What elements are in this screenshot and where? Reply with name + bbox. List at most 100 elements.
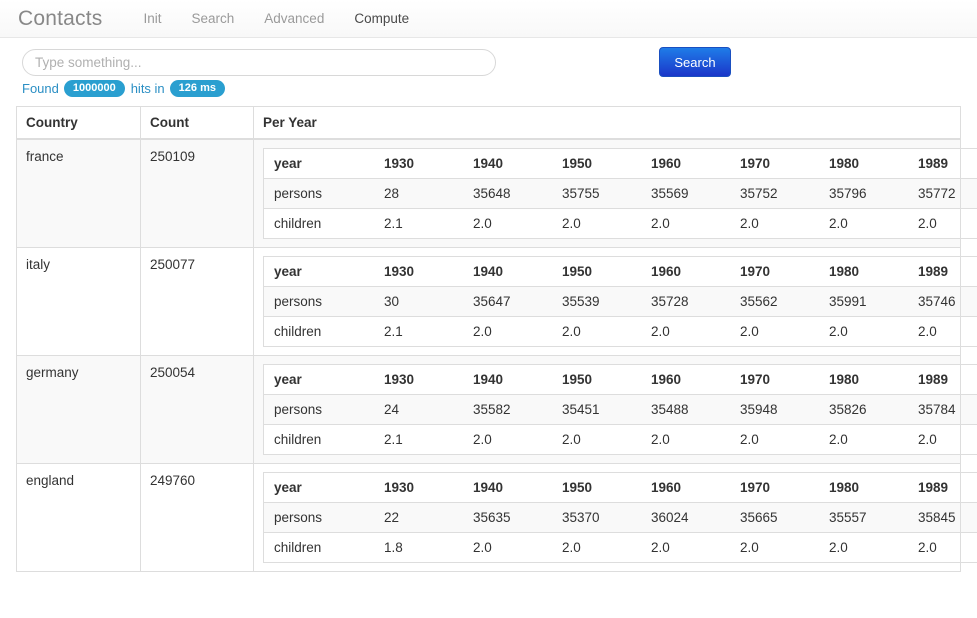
- nav-item-compute[interactable]: Compute: [339, 11, 424, 26]
- per-year-cell: 2.1: [374, 316, 463, 347]
- cell-per-year: year19301940195019601970198019891999pers…: [253, 247, 977, 356]
- per-year-cell: 2.0: [641, 208, 730, 239]
- per-year-row-label: persons: [263, 394, 374, 425]
- per-year-cell: 2.0: [463, 316, 552, 347]
- header-count[interactable]: Count: [140, 106, 254, 140]
- per-year-cell: 2.0: [819, 532, 908, 563]
- per-year-row-persons: persons223563535370360243566535557358453…: [263, 502, 977, 533]
- per-year-cell: 1.8: [374, 532, 463, 563]
- navbar: Contacts Init Search Advanced Compute: [0, 0, 977, 38]
- per-year-cell: 35647: [463, 286, 552, 317]
- per-year-cell: 1989: [918, 264, 949, 279]
- per-year-cell: 35948: [730, 394, 819, 425]
- per-year-cell: 1940: [473, 264, 504, 279]
- per-year-cell: 2.0: [730, 316, 819, 347]
- per-year-cell: 1960: [651, 156, 682, 171]
- per-year-cell: 36024: [641, 502, 730, 533]
- per-year-cell: 1950: [562, 156, 593, 171]
- per-year-cell: 35752: [730, 178, 819, 209]
- per-year-cell: 35746: [908, 286, 977, 317]
- per-year-cell: 2.1: [374, 424, 463, 455]
- per-year-row-children: children1.82.02.02.02.02.02.02.0: [263, 532, 977, 563]
- per-year-cell: 2.0: [908, 532, 977, 563]
- cell-count: 250054: [140, 355, 254, 464]
- per-year-cell: 1930: [384, 372, 415, 387]
- table-header-row: Country Count Per Year: [16, 106, 961, 140]
- results-table-header: Country Count Per Year: [16, 106, 961, 140]
- per-year-row-year: year19301940195019601970198019891999: [264, 257, 977, 287]
- per-year-cell: 35845: [908, 502, 977, 533]
- per-year-cell: 2.0: [730, 532, 819, 563]
- table-row: germany 250054 year 1930 1940 1950 1960 1970 198…: [16, 355, 977, 464]
- per-year-cell: 1980: [829, 480, 860, 495]
- per-year-row-children: children2.12.02.02.02.02.02.02.0: [263, 208, 977, 239]
- per-year-table: year19301940195019601970198019891999pers…: [263, 148, 977, 239]
- cell-country: germany: [16, 355, 141, 464]
- per-year-row-children: children2.12.02.02.02.02.02.02.0: [263, 424, 977, 455]
- search-button[interactable]: Search: [659, 47, 731, 77]
- per-year-cell: 2.0: [552, 532, 641, 563]
- header-country[interactable]: Country: [16, 106, 141, 140]
- nav-items: Init Search Advanced Compute: [128, 11, 424, 26]
- per-year-cell: 35826: [819, 394, 908, 425]
- per-year-cell: 1960: [651, 264, 682, 279]
- per-year-cell: 1970: [740, 372, 771, 387]
- per-year-row-label: children: [263, 532, 374, 563]
- hits-in-label: hits in: [130, 81, 165, 97]
- header-per-year[interactable]: Per Year: [253, 106, 961, 140]
- per-year-cell: 1950: [562, 264, 593, 279]
- per-year-row-persons: persons283564835755355693575235796357723…: [263, 178, 977, 209]
- per-year-cell: 2.0: [819, 208, 908, 239]
- per-year-row-persons: persons243558235451354883594835826357843…: [263, 394, 977, 425]
- per-year-cell: 1980: [829, 264, 860, 279]
- per-year-cell: 35728: [641, 286, 730, 317]
- per-year-cell: 35772: [908, 178, 977, 209]
- per-year-cell: 22: [374, 502, 463, 533]
- nav-item-search[interactable]: Search: [177, 11, 250, 26]
- nav-item-init[interactable]: Init: [128, 11, 176, 26]
- cell-country: england: [16, 463, 141, 572]
- search-status: Found 1000000 hits in 126 ms: [22, 80, 231, 98]
- per-year-cell: 30: [374, 286, 463, 317]
- per-year-row-label: persons: [263, 178, 374, 209]
- per-year-row-label: year: [274, 156, 302, 171]
- cell-count: 249760: [140, 463, 254, 572]
- per-year-cell: 2.0: [730, 208, 819, 239]
- per-year-cell: 1989: [918, 372, 949, 387]
- per-year-cell: 2.0: [641, 532, 730, 563]
- per-year-cell: 35665: [730, 502, 819, 533]
- found-label: Found: [22, 81, 59, 97]
- per-year-cell: 2.0: [463, 208, 552, 239]
- per-year-cell: 2.0: [641, 424, 730, 455]
- per-year-row-persons: persons303564735539357283556235991357463…: [263, 286, 977, 317]
- results-table: Country Count Per Year france 250109 year 1…: [16, 106, 977, 572]
- per-year-cell: 1940: [473, 156, 504, 171]
- cell-count: 250077: [140, 247, 254, 356]
- nav-item-advanced[interactable]: Advanced: [249, 11, 339, 26]
- per-year-cell: 35784: [908, 394, 977, 425]
- per-year-cell: 35635: [463, 502, 552, 533]
- per-year-cell: 2.1: [374, 208, 463, 239]
- per-year-table: year19301940195019601970198019891999pers…: [263, 256, 977, 347]
- per-year-cell: 35562: [730, 286, 819, 317]
- per-year-cell: 1989: [918, 156, 949, 171]
- per-year-cell: 35582: [463, 394, 552, 425]
- app-brand[interactable]: Contacts: [18, 7, 102, 31]
- per-year-cell: 1989: [918, 480, 949, 495]
- per-year-cell: 2.0: [552, 208, 641, 239]
- per-year-cell: 2.0: [463, 424, 552, 455]
- per-year-cell: 2.0: [552, 424, 641, 455]
- per-year-cell: 1960: [651, 372, 682, 387]
- search-input[interactable]: [22, 49, 496, 76]
- per-year-row-year: year19301940195019601970198019891999: [264, 365, 977, 395]
- per-year-row-label: children: [263, 424, 374, 455]
- per-year-cell: 1940: [473, 480, 504, 495]
- per-year-cell: 2.0: [552, 316, 641, 347]
- cell-per-year: year19301940195019601970198019891999pers…: [253, 138, 977, 248]
- per-year-cell: 1930: [384, 156, 415, 171]
- per-year-cell: 35648: [463, 178, 552, 209]
- per-year-cell: 1950: [562, 372, 593, 387]
- per-year-cell: 1980: [829, 156, 860, 171]
- per-year-cell: 2.0: [819, 316, 908, 347]
- table-row: france 250109 year 1930 1940 1950 1960 1970 1980…: [16, 138, 977, 248]
